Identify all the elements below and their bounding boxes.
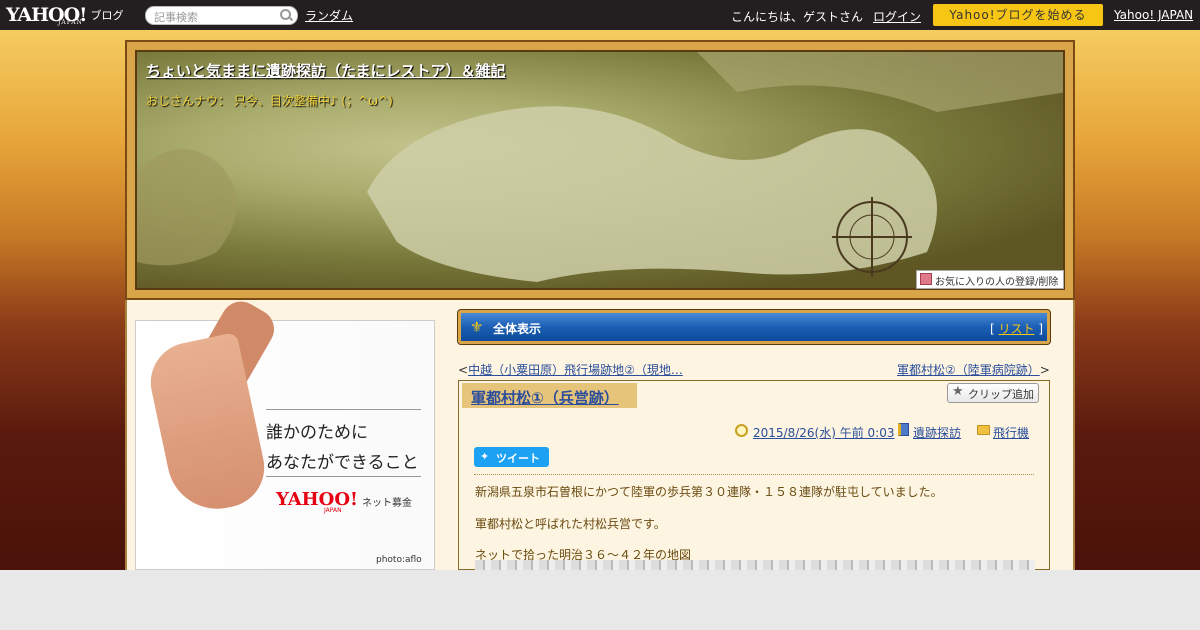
prev-article-link[interactable]: 中越（小粟田原）飛行場跡地②（現地… [468, 363, 683, 377]
search-input[interactable]: 記事検索 [145, 6, 298, 25]
fleur-de-lis-icon: ⚜ [470, 318, 484, 336]
folder-icon [977, 425, 990, 435]
list-close: ] [1034, 322, 1044, 336]
ad-tag: ネット募金 [362, 498, 412, 509]
yahoo-blog-logo[interactable]: YAHOO! JAPAN ブログ [6, 5, 124, 26]
article-box [458, 380, 1050, 570]
ad-line2: あなたができること [266, 453, 419, 473]
article-title[interactable]: 軍都村松①（兵営跡） [471, 387, 619, 408]
ad-line1: 誰かのために [266, 423, 368, 443]
ad-credit: photo:aflo [376, 555, 422, 565]
blog-subtitle: おじさんナウ： 只今、目次整備中♪ (；^ω^) [146, 94, 393, 108]
next-article-link[interactable]: 軍都村松②（陸軍病院跡） [897, 363, 1040, 377]
fullview-bar [457, 309, 1051, 345]
twitter-bird-icon: ✦ [480, 450, 490, 463]
ad-yahoo-logo: YAHOO! [276, 489, 358, 510]
ad-rule [266, 476, 421, 477]
divider [474, 474, 1034, 475]
article-paragraph: 新潟県五泉市石曽根にかつて陸軍の歩兵第３０連隊・１５８連隊が駐屯していました。 [475, 485, 943, 499]
logo-blog: ブログ [90, 8, 124, 22]
book-icon [898, 423, 909, 436]
random-link[interactable]: ランダム [305, 7, 353, 24]
list-open: [ [990, 322, 999, 336]
nav-prev-prefix: < [458, 363, 469, 377]
category-link[interactable]: 遺跡探訪 [913, 424, 961, 441]
old-map-image [475, 560, 1035, 570]
yahoo-japan-link[interactable]: Yahoo! JAPAN [1114, 8, 1193, 22]
list-bracket: [ リスト ] [990, 320, 1043, 337]
favorite-button[interactable]: お気に入りの人の登録/削除 [916, 270, 1064, 289]
heart-icon [920, 273, 932, 285]
nav-next-suffix: > [1039, 363, 1050, 377]
folder-link[interactable]: 飛行機 [993, 424, 1029, 441]
start-blog-button[interactable]: Yahoo!ブログを始める [933, 4, 1103, 26]
blog-title[interactable]: ちょいと気ままに遺跡探訪（たまにレストア）＆雑記 [146, 60, 506, 81]
clock-icon [735, 424, 748, 437]
ad-yahoo-logo-sub: JAPAN [324, 507, 342, 514]
map-illustration [137, 52, 1063, 283]
greeting-text: こんにちは、ゲストさん [731, 10, 864, 24]
fullview-label[interactable]: 全体表示 [493, 320, 541, 337]
login-link[interactable]: ログイン [873, 8, 921, 25]
logo-sub: JAPAN [58, 19, 83, 26]
list-link[interactable]: リスト [999, 322, 1035, 336]
bottom-strip [0, 570, 1200, 630]
prev-article-nav: <中越（小粟田原）飛行場跡地②（現地… [458, 361, 683, 378]
ad-rule [266, 409, 421, 410]
article-date[interactable]: 2015/8/26(水) 午前 0:03 [753, 424, 894, 441]
next-article-nav: 軍都村松②（陸軍病院跡）> [897, 361, 1050, 378]
star-icon: ★ [952, 384, 964, 399]
search-icon[interactable] [280, 9, 291, 20]
article-paragraph: 軍都村松と呼ばれた村松兵営です。 [475, 517, 666, 531]
header-map-image [135, 50, 1065, 290]
